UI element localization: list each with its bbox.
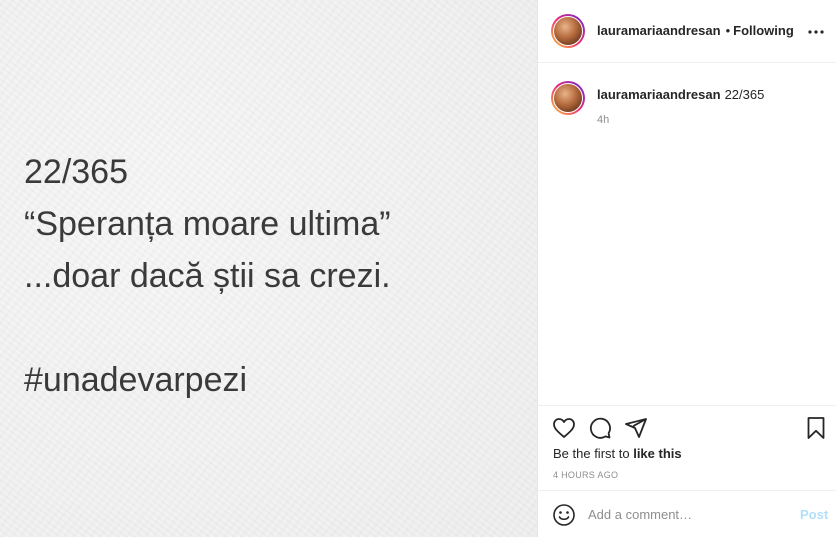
- caption-text: lauramariaandresan 22/365: [597, 87, 764, 102]
- image-line-3: ...doar dacă știi sa crezi.: [24, 257, 391, 295]
- header-separator: •: [725, 23, 731, 38]
- share-icon[interactable]: [624, 416, 648, 440]
- heart-icon[interactable]: [552, 416, 576, 440]
- post-header: lauramariaandresan • Following: [538, 0, 836, 63]
- post-image-text: 22/365 “Speranța moare ultima” ...doar d…: [24, 146, 391, 406]
- post-image[interactable]: 22/365 “Speranța moare ultima” ...doar d…: [0, 0, 538, 537]
- following-button[interactable]: Following: [733, 23, 794, 38]
- post-comment-button[interactable]: Post: [800, 507, 828, 522]
- emoji-icon[interactable]: [552, 503, 576, 527]
- comment-bar: Post: [538, 490, 836, 537]
- post-sidebar: lauramariaandresan • Following lauramariaa…: [538, 0, 836, 537]
- more-horizontal-icon[interactable]: [806, 22, 826, 42]
- image-line-1: 22/365: [24, 153, 128, 191]
- comment-icon[interactable]: [588, 416, 612, 440]
- action-bar: Be the first to like this 4 HOURS AGO: [538, 405, 836, 490]
- header-user-line: lauramariaandresan • Following: [597, 23, 794, 38]
- image-hashtag: #unadevarpezi: [24, 361, 248, 399]
- image-line-2: “Speranța moare ultima”: [24, 205, 391, 243]
- comment-input[interactable]: [588, 503, 788, 525]
- post-timestamp[interactable]: 4 HOURS AGO: [553, 470, 618, 480]
- bookmark-icon[interactable]: [804, 416, 828, 440]
- instagram-post: 22/365 “Speranța moare ultima” ...doar d…: [0, 0, 836, 537]
- likes-prefix: Be the first to: [553, 446, 634, 461]
- header-avatar[interactable]: [551, 14, 585, 48]
- header-username[interactable]: lauramariaandresan: [597, 23, 721, 38]
- caption-body: 22/365: [724, 87, 765, 102]
- caption-time[interactable]: 4h: [597, 114, 609, 126]
- likes-text: Be the first to like this: [553, 446, 682, 461]
- caption-username[interactable]: lauramariaandresan: [597, 87, 721, 102]
- caption-avatar[interactable]: [551, 81, 585, 115]
- like-this-link[interactable]: like this: [633, 446, 681, 461]
- image-spacer: [24, 302, 391, 354]
